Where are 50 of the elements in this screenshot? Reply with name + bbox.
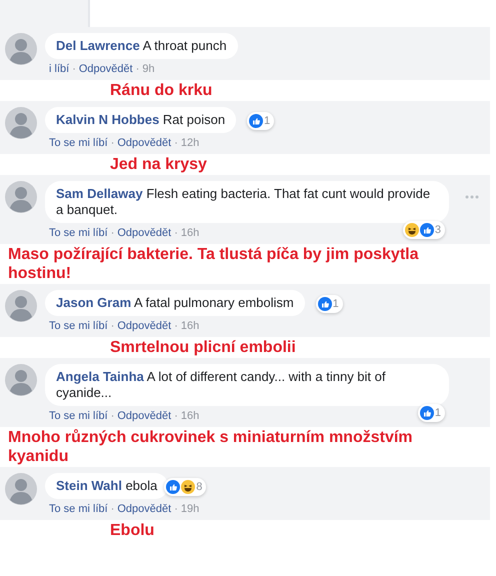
translation-text: Mnoho různých cukrovinek s miniaturním množstvím kyanidu [8, 429, 413, 465]
reply-link[interactable]: Odpovědět [117, 410, 172, 422]
avatar [5, 33, 37, 65]
like-icon [248, 114, 263, 128]
laughing-icon [181, 480, 196, 494]
more-icon[interactable] [465, 195, 479, 199]
reply-link[interactable]: Odpovědět [78, 63, 133, 75]
like-link[interactable]: To se mi líbí [49, 227, 108, 239]
translation-text: Jed na krysy [110, 156, 207, 173]
separator: · [136, 63, 140, 75]
comment-bubble: Jason Gram A fatal pulmonary embolism [45, 290, 305, 316]
avatar [5, 364, 37, 396]
like-link[interactable]: To se mi líbí [49, 503, 108, 515]
reply-link[interactable]: Odpovědět [117, 320, 172, 332]
avatar [5, 181, 37, 213]
avatar [5, 107, 37, 139]
comment-bubble: Kalvin N Hobbes Rat poison [45, 107, 236, 133]
like-link[interactable]: To se mi líbí [49, 137, 108, 149]
separator: · [174, 227, 178, 239]
reply-link[interactable]: Odpovědět [117, 137, 172, 149]
comment-bubble: Angela Tainha A lot of different candy... with a tinny bit of cyanide... [45, 364, 449, 406]
comment-bubble: Sam Dellaway Flesh eating bacteria. That fat cunt would provide a banquet. [45, 181, 449, 223]
translation-text: Ránu do krku [110, 82, 212, 99]
reply-link[interactable]: Odpovědět [117, 503, 172, 515]
reply-link[interactable]: Odpovědět [117, 227, 172, 239]
translation-text: Smrtelnou plicní embolii [110, 339, 296, 356]
like-link[interactable]: i líbí [49, 63, 70, 75]
separator: · [110, 320, 114, 332]
comment-bubble: Stein Wahl ebola [45, 473, 168, 499]
separator: · [110, 227, 114, 239]
laughing-icon [404, 222, 419, 237]
translation-text: Ebolu [110, 522, 154, 539]
comment-bubble: Del Lawrence A throat punch [45, 33, 238, 59]
separator: · [110, 137, 114, 149]
avatar [5, 473, 37, 505]
like-icon [420, 222, 434, 237]
separator: · [174, 320, 178, 332]
separator: · [110, 503, 114, 515]
separator: · [72, 63, 76, 75]
translation-text: Maso požírající bakterie. Ta tlustá píča by jim poskytla hostinu! [8, 246, 418, 282]
like-icon [166, 480, 180, 494]
like-link[interactable]: To se mi líbí [49, 410, 108, 422]
separator: · [174, 410, 178, 422]
separator: · [174, 137, 178, 149]
avatar [5, 290, 37, 322]
separator: · [174, 503, 178, 515]
like-link[interactable]: To se mi líbí [49, 320, 108, 332]
like-icon [420, 406, 434, 420]
like-icon [318, 296, 332, 311]
separator: · [110, 410, 114, 422]
